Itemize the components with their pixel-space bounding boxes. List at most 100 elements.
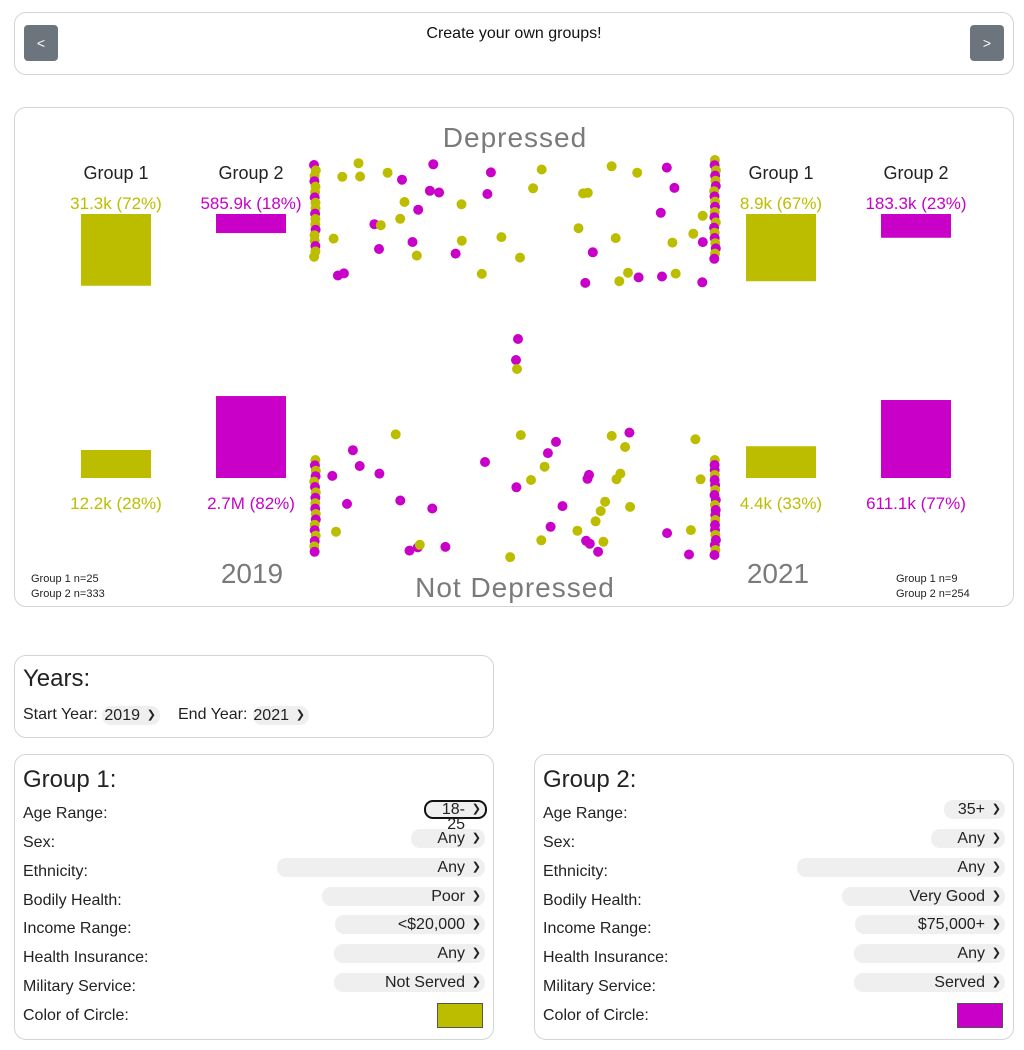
group1-respondent-dot [572, 525, 583, 536]
start-year-select[interactable]: 2019 ❯ [102, 706, 160, 725]
group2-respondent-dot [482, 189, 493, 199]
group2-income-label: Income Range: [543, 920, 652, 937]
group2-respondent-dot [511, 355, 521, 365]
group2-health-label: Bodily Health: [543, 892, 642, 909]
group1-title: Group 1: [23, 766, 117, 793]
group2-income-select[interactable]: $75,000+ ❯ [855, 915, 1005, 934]
group1-respondent-dot [614, 276, 625, 287]
chevron-down-icon: ❯ [991, 861, 1001, 873]
left-2019-group1-depressed-bar [81, 214, 151, 286]
chevron-down-icon: ❯ [991, 947, 1001, 959]
group2-sex-select[interactable]: Any ❯ [931, 829, 1005, 848]
group2-respondent-dot [511, 482, 522, 493]
group1-respondent-dot [690, 434, 701, 445]
group1-color-picker[interactable] [437, 1003, 483, 1028]
group1-respondent-dot [695, 474, 706, 485]
right-2021-group1-name: Group 1 [748, 163, 813, 183]
chevron-down-icon: ❯ [991, 803, 1001, 815]
group1-respondent-dot [688, 228, 699, 239]
group2-respondent-dot [584, 469, 594, 480]
group1-respondent-dot [353, 158, 364, 169]
chevron-down-icon: ❯ [471, 832, 481, 844]
group2-age-select[interactable]: 35+ ❯ [944, 800, 1005, 819]
group2-color-picker[interactable] [957, 1003, 1003, 1028]
left-2019-group2-not-depressed-label: 2.7M (82%) [207, 494, 295, 513]
group2-ethnicity-select[interactable]: Any ❯ [797, 858, 1005, 877]
group1-military-select[interactable]: Not Served ❯ [334, 973, 485, 992]
group2-health-select[interactable]: Very Good ❯ [842, 887, 1005, 906]
chevron-down-icon: ❯ [991, 890, 1001, 902]
group1-respondent-dot [667, 237, 678, 248]
group1-health-value: Poor [431, 888, 465, 905]
group2-respondent-dot [593, 546, 604, 557]
group1-sex-label: Sex: [23, 834, 56, 851]
left-2019-n-group1: Group 1 n=25 [31, 573, 99, 585]
group1-respondent-dot [505, 552, 516, 563]
group2-ethnicity-label: Ethnicity: [543, 863, 608, 880]
group1-respondent-dot [620, 442, 631, 452]
group2-insurance-label: Health Insurance: [543, 949, 669, 966]
group2-respondent-dot [655, 207, 666, 218]
group2-respondent-dot [661, 162, 672, 173]
right-2021-group1-not-depressed-bar [746, 446, 816, 478]
group1-military-label: Military Service: [23, 978, 136, 995]
group2-respondent-dot [657, 271, 667, 282]
left-2019-group2-depressed-bar [216, 214, 286, 234]
group2-respondent-dot [709, 550, 720, 560]
group1-ethnicity-label: Ethnicity: [23, 863, 88, 880]
group1-insurance-select[interactable]: Any ❯ [334, 944, 485, 963]
right-2021-group1-depressed-bar [746, 214, 816, 282]
group2-respondent-dot [480, 457, 490, 467]
group2-respondent-dot [413, 204, 424, 215]
group1-respondent-dot [476, 268, 487, 279]
group2-insurance-select[interactable]: Any ❯ [854, 944, 1005, 963]
start-year-value: 2019 [104, 707, 140, 724]
group2-respondent-dot [709, 253, 720, 264]
group1-respondent-dot [375, 220, 386, 231]
end-year-select[interactable]: 2021 ❯ [253, 706, 309, 725]
group2-respondent-dot [434, 187, 445, 198]
group2-respondent-dot [407, 237, 418, 247]
group1-respondent-dot [456, 235, 467, 246]
group2-respondent-dot [428, 159, 439, 170]
group2-panel: Group 2: Age Range: 35+ ❯ Sex: Any ❯ Ethni… [534, 754, 1014, 1040]
next-button[interactable]: > [970, 25, 1004, 61]
group2-respondent-dot [450, 248, 461, 259]
group1-respondent-dot [395, 213, 406, 224]
chevron-down-icon: ❯ [471, 947, 481, 959]
group1-respondent-dot [598, 536, 609, 547]
group1-ethnicity-select[interactable]: Any ❯ [277, 858, 485, 877]
group2-respondent-dot [557, 501, 568, 512]
group1-respondent-dot [606, 161, 617, 172]
chevron-down-icon: ❯ [471, 861, 481, 873]
group2-respondent-dot [347, 445, 358, 456]
depression-chart: Depressed Not Depressed Group 1 Group 2 31.3… [31, 122, 970, 603]
group1-respondent-dot [337, 171, 348, 182]
group1-income-select[interactable]: <$20,000 ❯ [335, 915, 485, 934]
group1-health-select[interactable]: Poor ❯ [322, 887, 485, 906]
group2-respondent-dot [485, 167, 496, 178]
group2-respondent-dot [309, 546, 320, 557]
group2-respondent-dot [397, 174, 407, 185]
group2-age-label: Age Range: [543, 805, 628, 822]
group1-respondent-dot [328, 233, 339, 244]
group2-military-select[interactable]: Served ❯ [854, 973, 1005, 992]
group2-respondent-dot [587, 247, 598, 258]
group1-insurance-value: Any [437, 945, 465, 962]
group1-sex-select[interactable]: Any ❯ [411, 829, 485, 848]
group1-respondent-dot [578, 188, 589, 199]
left-2019-group1-depressed-label: 31.3k (72%) [70, 194, 162, 213]
right-2021-group2-not-depressed-bar [881, 400, 951, 478]
group2-respondent-dot [404, 545, 415, 556]
group2-respondent-dot [342, 498, 352, 509]
not-depressed-label: Not Depressed [415, 572, 615, 603]
page-title: Create your own groups! [426, 25, 602, 42]
group1-age-select[interactable]: 18-25 ❯ [424, 800, 487, 833]
left-2019-group2-not-depressed-bar [216, 396, 286, 478]
group2-respondent-dot [395, 495, 406, 506]
chevron-down-icon: ❯ [471, 890, 481, 902]
group1-respondent-dot [399, 197, 410, 207]
years-panel: Years: Start Year: 2019 ❯ End Year: 2021… [14, 655, 494, 738]
top-bar: < Create your own groups! > [14, 12, 1014, 75]
right-2021-n-group2: Group 2 n=254 [896, 588, 970, 600]
